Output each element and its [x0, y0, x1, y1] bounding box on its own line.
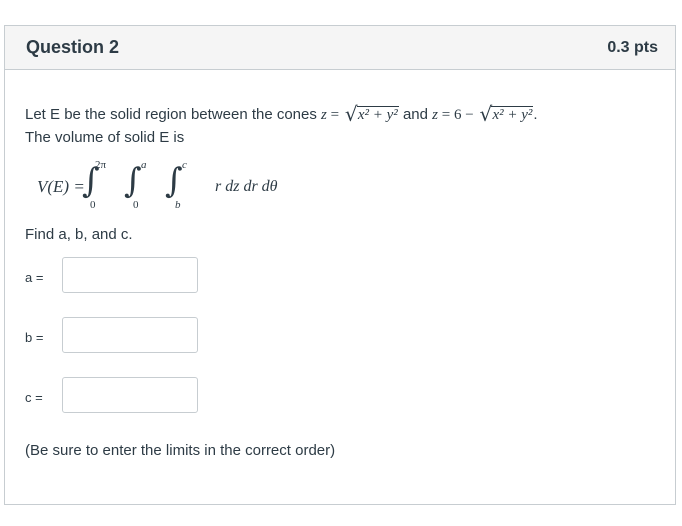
- radical-sign: √: [479, 102, 493, 126]
- answer-label-c: c =: [25, 390, 43, 405]
- radicand-2: x² + y²: [491, 106, 534, 123]
- answer-row-c: c =: [5, 377, 305, 415]
- question-header: Question 2 0.3 pts: [5, 26, 675, 70]
- answer-label-b: b =: [25, 330, 44, 345]
- answer-input-b[interactable]: [62, 317, 198, 353]
- prompt-prefix: Let E be the solid region between the co…: [25, 106, 322, 123]
- inner-lower-limit: b: [175, 199, 181, 211]
- eq1-equals: =: [326, 107, 343, 123]
- middle-lower-limit: 0: [133, 199, 139, 211]
- instruction: Find a, b, and c.: [25, 226, 133, 243]
- integrand: r dz dr dθ: [215, 178, 278, 195]
- answer-label-a: a =: [25, 270, 44, 285]
- prompt-line-2: The volume of solid E is: [25, 129, 185, 146]
- radicand-1: x² + y²: [356, 106, 399, 123]
- answer-row-a: a =: [5, 257, 305, 295]
- connector-and: and: [398, 106, 433, 123]
- sqrt-2: √ x² + y²: [479, 102, 534, 126]
- prompt-line-1: Let E be the solid region between the co…: [25, 102, 538, 126]
- radical-sign: √: [344, 102, 358, 126]
- integral-sign-inner: ∫: [165, 161, 183, 201]
- order-note: (Be sure to enter the limits in the corr…: [25, 442, 336, 459]
- sqrt-1: √ x² + y²: [345, 102, 399, 126]
- integral-sign-middle: ∫: [124, 161, 142, 201]
- middle-upper-limit: a: [141, 159, 147, 171]
- answer-row-b: b =: [5, 317, 305, 355]
- prompt-period: .: [533, 106, 538, 123]
- volume-integral: V(E) = ∫ 2π 0 ∫ a 0 ∫ c b r dz dr dθ: [37, 157, 337, 217]
- answer-input-c[interactable]: [62, 377, 198, 413]
- outer-lower-limit: 0: [90, 199, 96, 211]
- outer-upper-limit: 2π: [95, 159, 107, 171]
- inner-upper-limit: c: [182, 159, 187, 171]
- integral-lhs: V(E) =: [37, 177, 85, 196]
- question-title: Question 2: [26, 37, 120, 57]
- answer-input-a[interactable]: [62, 257, 198, 293]
- question-card: Question 2 0.3 pts Let E be the solid re…: [4, 25, 676, 505]
- eq2-mid: = 6 −: [438, 107, 478, 123]
- question-points: 0.3 pts: [607, 38, 658, 56]
